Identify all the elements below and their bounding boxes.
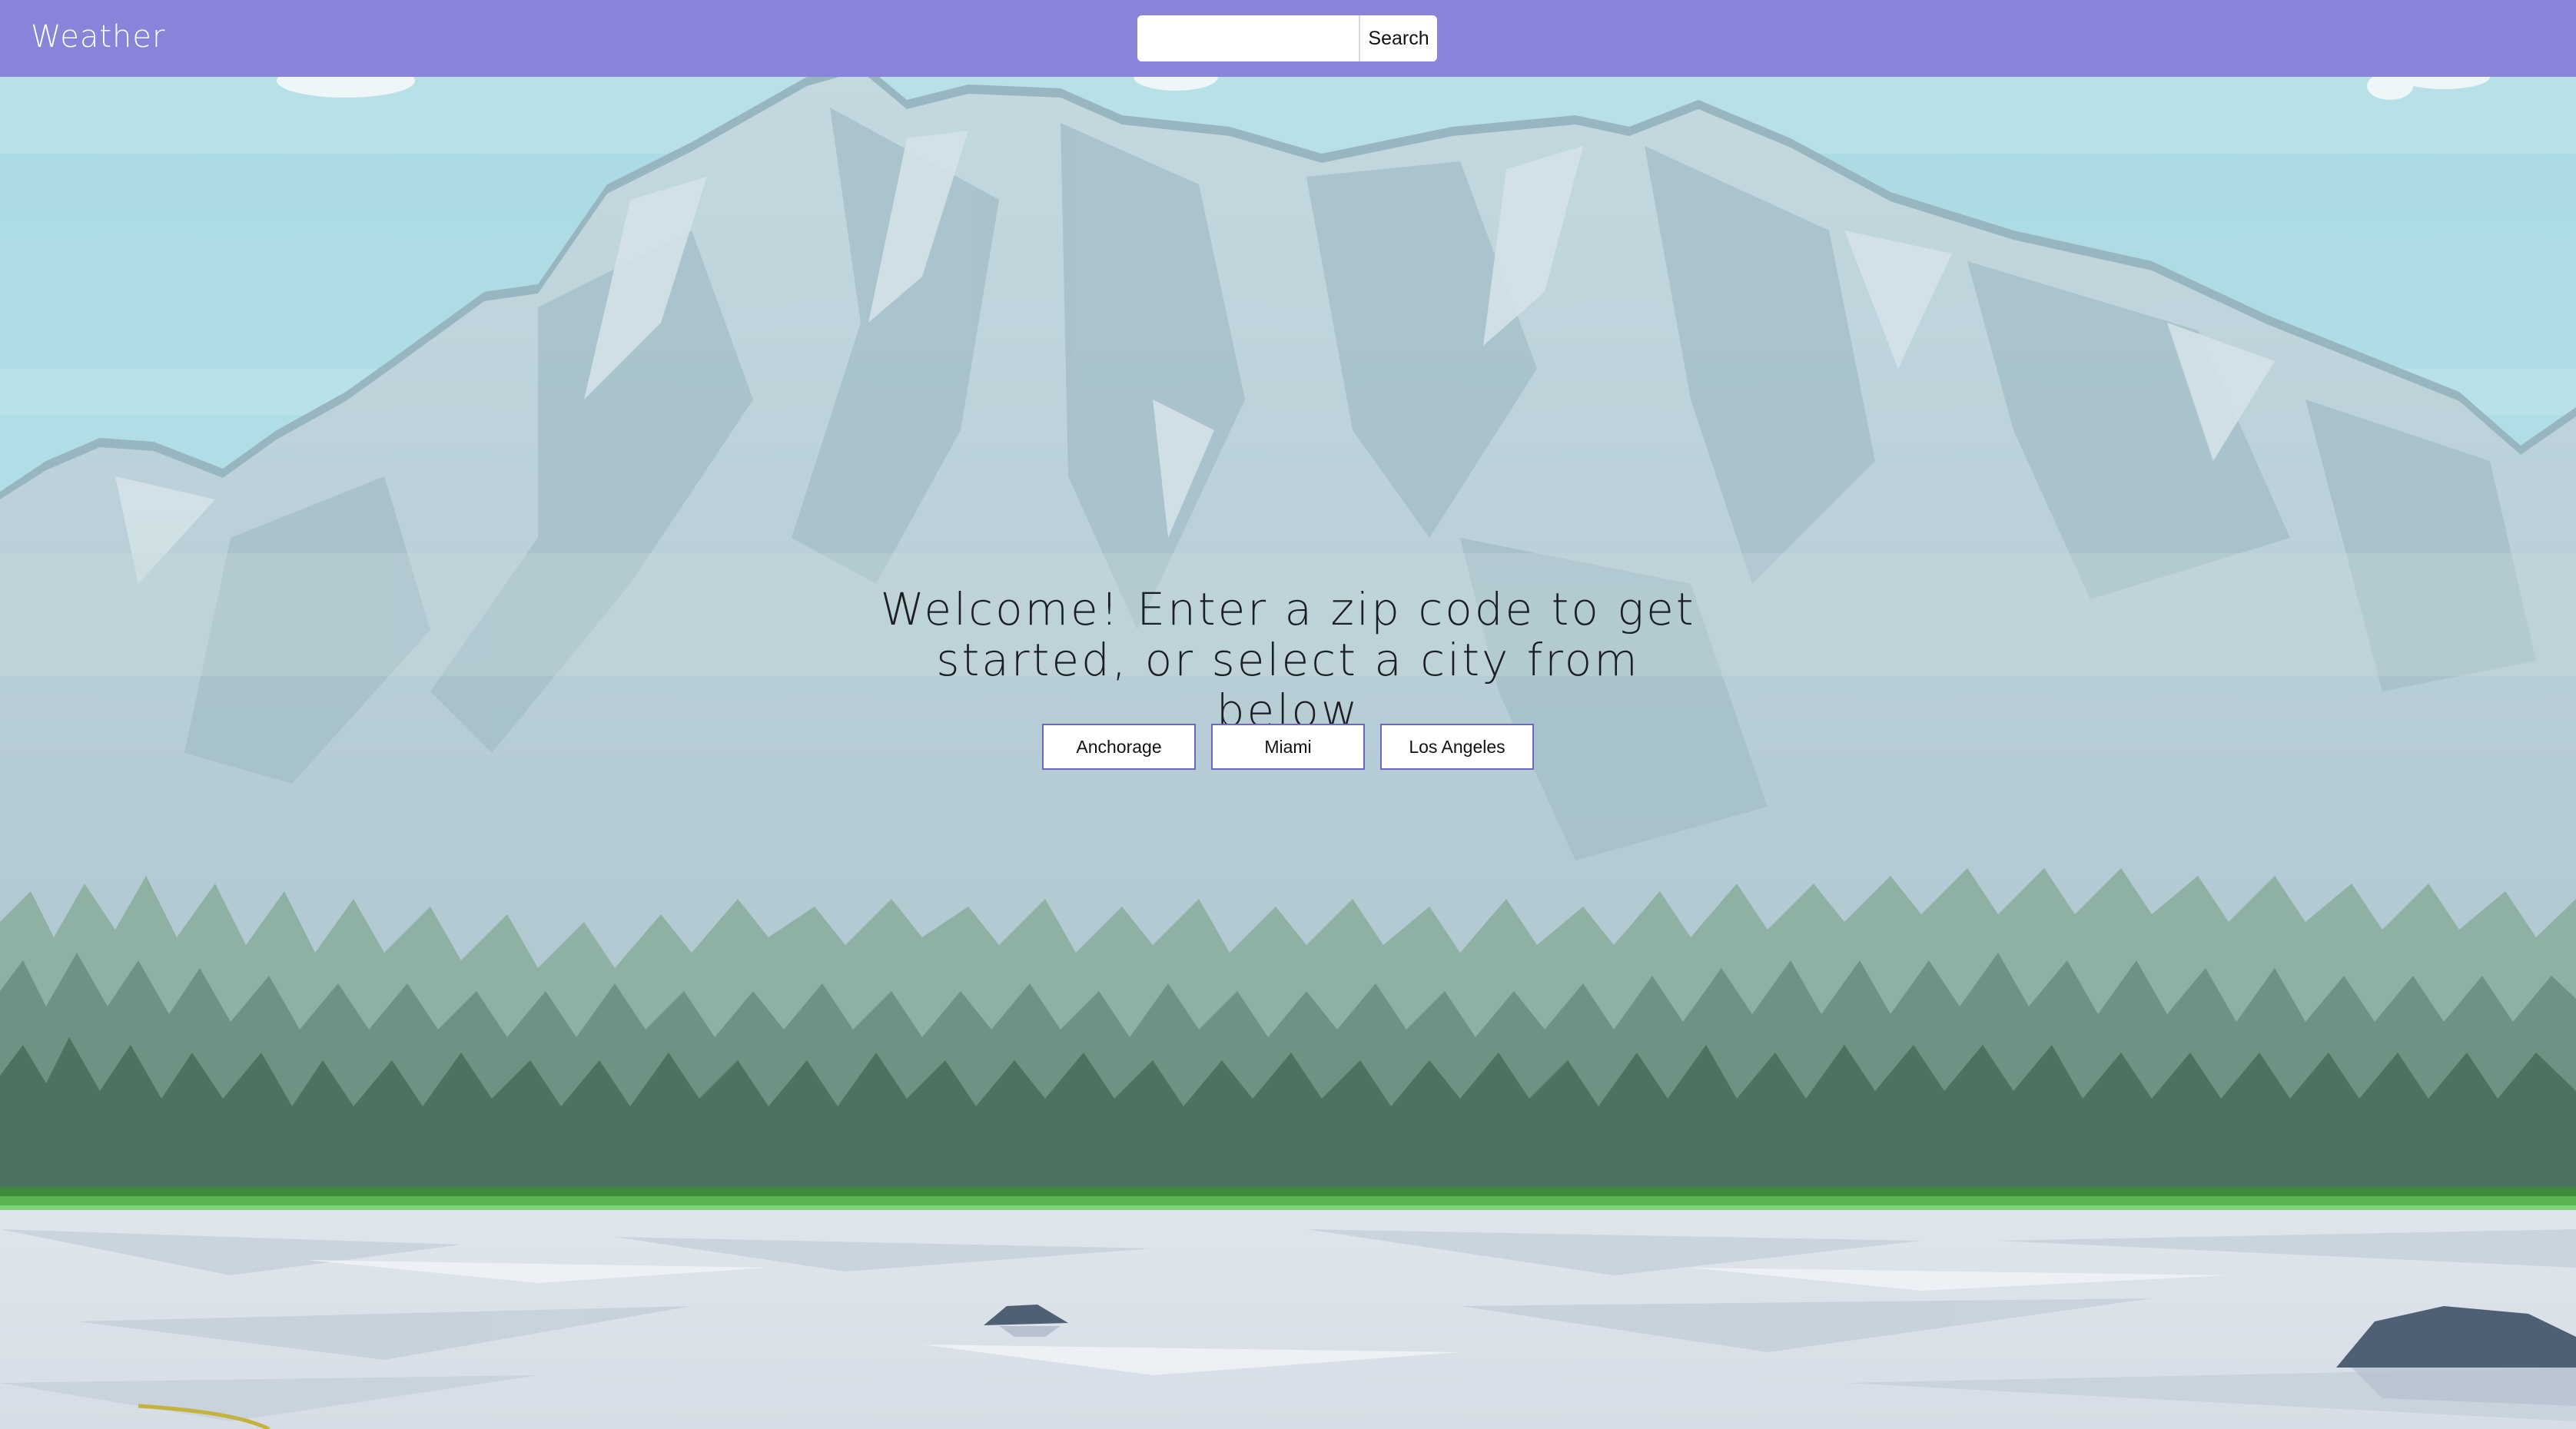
search-button[interactable]: Search: [1359, 15, 1437, 61]
city-button-anchorage[interactable]: Anchorage: [1042, 724, 1196, 770]
app-title[interactable]: Weather: [31, 14, 165, 60]
zip-search-input[interactable]: [1137, 15, 1359, 61]
city-button-miami[interactable]: Miami: [1211, 724, 1365, 770]
weather-app-page: Weather Search Welcome! Enter a zip code…: [0, 0, 2576, 1429]
top-navbar: Weather Search: [0, 0, 2576, 77]
welcome-message: Welcome! Enter a zip code to get started…: [880, 583, 1696, 737]
city-button-los-angeles[interactable]: Los Angeles: [1380, 724, 1534, 770]
city-button-group: Anchorage Miami Los Angeles: [1042, 724, 1534, 770]
zip-search-form: Search: [1137, 15, 1437, 61]
